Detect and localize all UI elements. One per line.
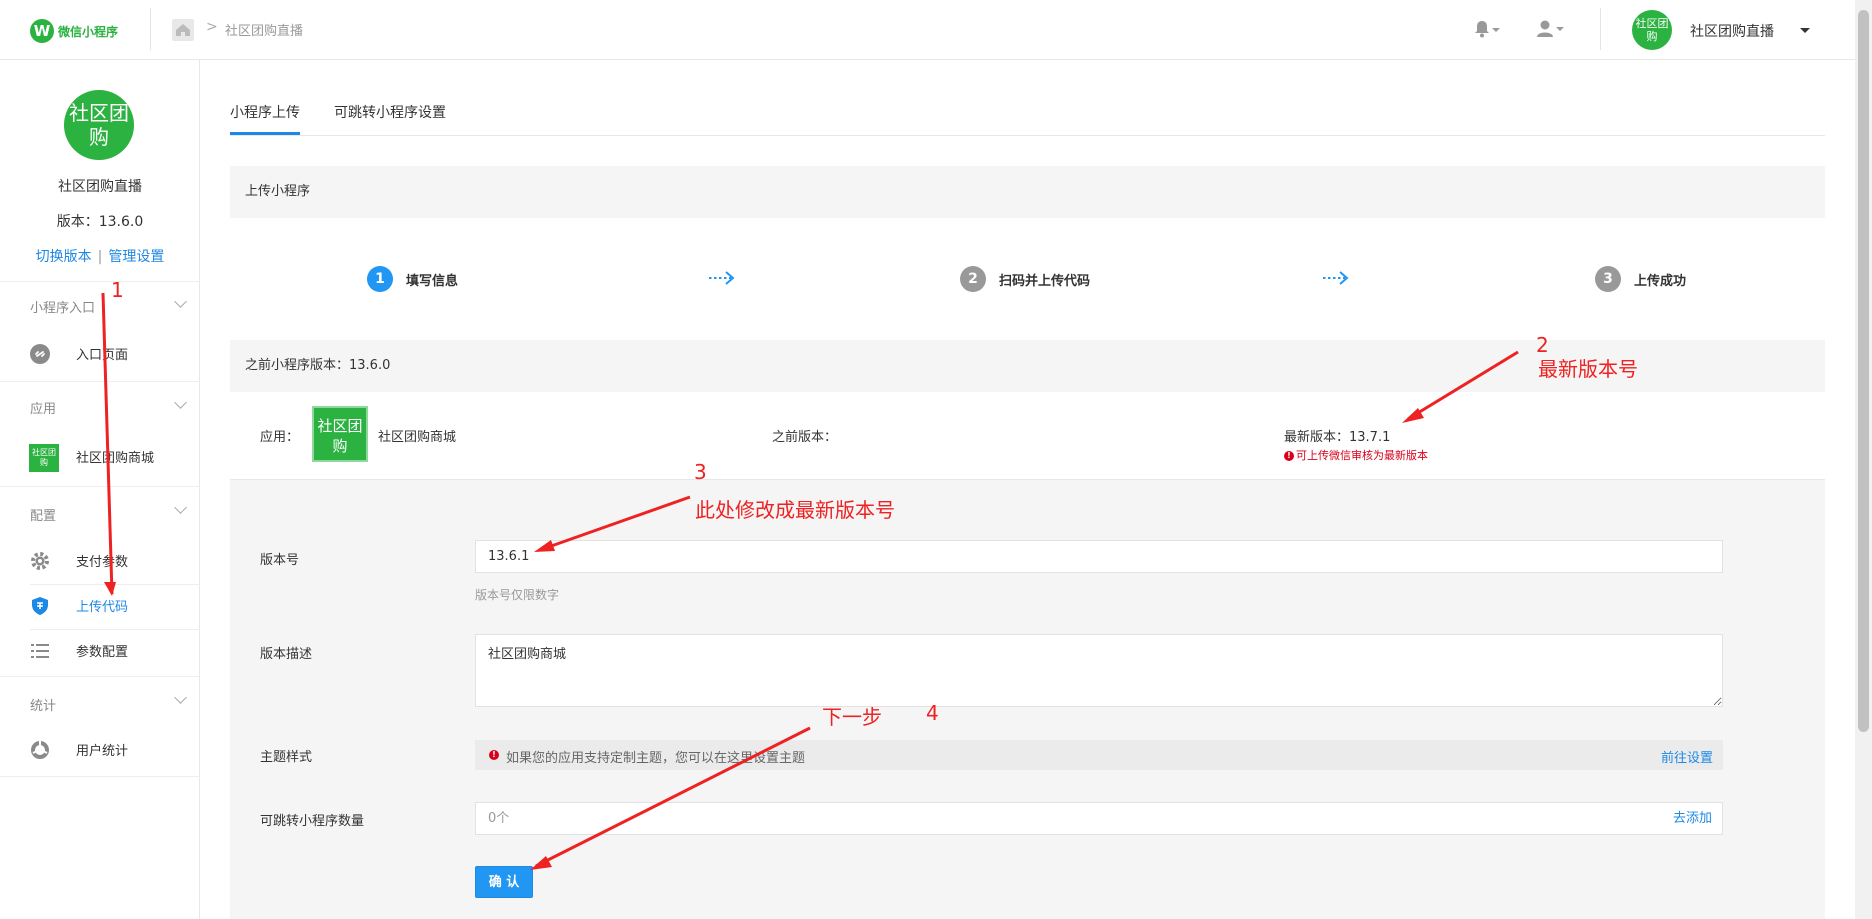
divider xyxy=(150,8,151,50)
version-input[interactable] xyxy=(475,540,1723,573)
link-icon xyxy=(30,344,50,364)
brand-logo[interactable]: W 微信小程序 xyxy=(30,19,118,43)
sidebar-item-upload-code[interactable]: 上传代码 xyxy=(0,587,200,625)
gear-icon xyxy=(31,552,49,570)
step-3-label: 上传成功 xyxy=(1634,274,1687,289)
divider xyxy=(0,381,200,382)
avatar[interactable]: 社区团购 xyxy=(1632,10,1672,50)
theme-label: 主题样式 xyxy=(260,750,313,765)
step-3-badge: 3 xyxy=(1595,266,1621,292)
manage-settings-link[interactable]: 管理设置 xyxy=(108,249,164,265)
logo-icon: W xyxy=(30,19,54,43)
step-2-label: 扫码并上传代码 xyxy=(999,274,1091,289)
home-icon[interactable] xyxy=(172,19,194,41)
divider xyxy=(0,676,200,677)
app-version: 版本：13.6.0 xyxy=(56,214,144,230)
chevron-down-icon xyxy=(1556,27,1564,31)
user-icon xyxy=(1537,20,1553,37)
account-name[interactable]: 社区团购直播 xyxy=(1690,21,1774,41)
divider xyxy=(0,281,200,282)
jump-count-label: 可跳转小程序数量 xyxy=(260,814,365,829)
annotation-text-4: 下一步 xyxy=(822,705,882,729)
annotation-label-3: 3 xyxy=(694,460,707,484)
sidebar-item-user-stats[interactable]: 用户统计 xyxy=(0,731,200,769)
top-bar: W 微信小程序 > 社区团购直播 社区团购 社区团购直播 xyxy=(0,0,1855,60)
step-1-badge: 1 xyxy=(367,266,393,292)
confirm-button[interactable]: 确 认 xyxy=(475,866,533,898)
divider xyxy=(30,584,200,585)
previous-version-label: 之前版本： xyxy=(772,430,838,445)
list-icon xyxy=(31,644,49,658)
warning-icon: ! xyxy=(1284,451,1294,461)
annotation-label-4: 4 xyxy=(926,701,939,725)
sidebar-item-params[interactable]: 参数配置 xyxy=(0,632,200,670)
account-dropdown-icon[interactable] xyxy=(1800,28,1810,33)
app-icon: 社区团购 xyxy=(29,444,59,472)
app-logo: 社区团购 xyxy=(64,90,134,160)
breadcrumb-separator-icon: > xyxy=(206,19,218,35)
scrollbar-thumb[interactable] xyxy=(1858,10,1869,732)
go-settings-link[interactable]: 前往设置 xyxy=(1661,747,1713,766)
app-thumbnail: 社区团购 xyxy=(312,406,368,462)
sidebar-links: 切换版本 | 管理设置 xyxy=(35,249,165,265)
section-title: 上传小程序 xyxy=(230,166,1825,218)
sidebar-group-title[interactable]: 小程序入口 xyxy=(30,297,95,316)
divider xyxy=(230,135,1825,136)
sidebar-group-title[interactable]: 配置 xyxy=(30,505,56,524)
app-label: 应用： xyxy=(260,430,300,445)
shield-icon xyxy=(32,597,48,615)
step-arrow-icon xyxy=(1323,271,1349,285)
version-label: 版本号 xyxy=(260,553,300,568)
active-tab-indicator xyxy=(230,132,300,135)
annotation-label-1: 1 xyxy=(111,278,124,302)
annotation-text-2: 最新版本号 xyxy=(1538,357,1638,381)
breadcrumb[interactable]: 社区团购直播 xyxy=(225,20,303,39)
version-hint: 版本号仅限数字 xyxy=(475,588,560,602)
chevron-down-icon xyxy=(1492,28,1500,32)
pie-icon xyxy=(31,741,49,759)
user-menu-button[interactable] xyxy=(1536,19,1564,41)
sidebar-group-title[interactable]: 统计 xyxy=(30,695,56,714)
theme-notice: ! 如果您的应用支持定制主题，您可以在这里设置主题 前往设置 xyxy=(475,740,1723,770)
warning-icon: ! xyxy=(489,750,499,760)
step-arrow-icon xyxy=(709,271,735,285)
divider xyxy=(0,776,200,777)
divider xyxy=(0,486,200,487)
annotation-text-3: 此处修改成最新版本号 xyxy=(695,498,895,522)
tab-upload[interactable]: 小程序上传 xyxy=(230,102,300,122)
app-name: 社区团购直播 xyxy=(58,179,142,195)
jump-count-field[interactable]: 0个 去添加 xyxy=(475,802,1723,835)
divider xyxy=(30,629,200,630)
bell-icon xyxy=(1475,21,1489,38)
latest-version-warning: ! 可上传微信审核为最新版本 xyxy=(1284,447,1428,463)
app-name: 社区团购商城 xyxy=(378,430,457,445)
step-2-badge: 2 xyxy=(960,266,986,292)
description-label: 版本描述 xyxy=(260,647,313,662)
sidebar-item-payment[interactable]: 支付参数 xyxy=(0,542,200,580)
add-link[interactable]: 去添加 xyxy=(1673,803,1712,834)
description-textarea[interactable]: 社区团购商城 xyxy=(475,634,1723,707)
step-1-label: 填写信息 xyxy=(406,274,459,289)
divider xyxy=(1600,8,1601,50)
sidebar-item-entry-page[interactable]: 入口页面 xyxy=(0,335,200,373)
notification-button[interactable] xyxy=(1474,20,1500,42)
switch-version-link[interactable]: 切换版本 xyxy=(36,249,92,265)
latest-version-label: 最新版本：13.7.1 xyxy=(1284,430,1391,445)
tab-jump-settings[interactable]: 可跳转小程序设置 xyxy=(334,102,446,122)
sidebar-item-mall[interactable]: 社区团购 社区团购商城 xyxy=(0,438,200,476)
sidebar-group-title[interactable]: 应用 xyxy=(30,398,56,417)
